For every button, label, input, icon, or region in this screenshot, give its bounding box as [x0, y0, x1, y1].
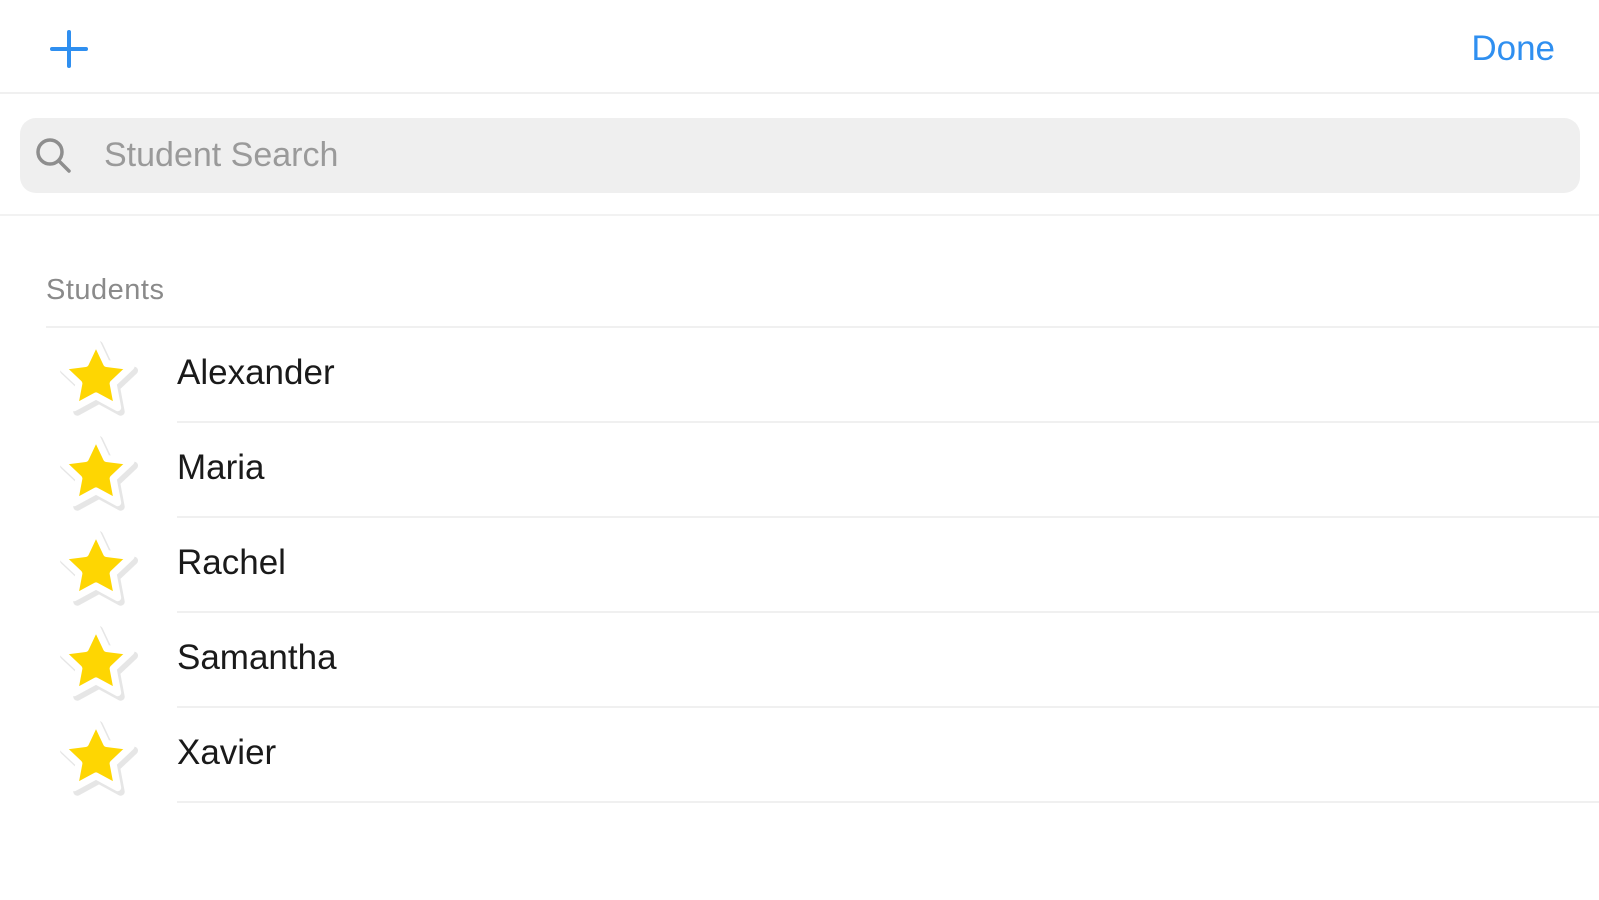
add-student-button[interactable] — [46, 26, 92, 72]
student-row-maria[interactable]: Maria — [0, 423, 1599, 518]
student-picker-screen: Done Students Alexander Maria — [0, 0, 1599, 900]
search-bar-container — [0, 94, 1599, 216]
students-section-header: Students — [46, 274, 165, 306]
divider — [177, 801, 1599, 803]
student-row-rachel[interactable]: Rachel — [0, 518, 1599, 613]
student-name: Samantha — [177, 638, 337, 677]
star-icon — [57, 717, 138, 796]
plus-icon — [50, 30, 88, 68]
search-bar[interactable] — [20, 118, 1580, 193]
student-row-alexander[interactable]: Alexander — [0, 328, 1599, 423]
star-icon — [57, 432, 138, 511]
star-icon — [57, 527, 138, 606]
student-name: Alexander — [177, 353, 335, 392]
student-list: Alexander Maria Rachel Samantha Xavier — [0, 328, 1599, 803]
student-row-samantha[interactable]: Samantha — [0, 613, 1599, 708]
search-icon — [36, 138, 71, 173]
search-input[interactable] — [84, 118, 1564, 193]
student-name: Maria — [177, 448, 265, 487]
star-icon — [57, 622, 138, 701]
student-name: Xavier — [177, 733, 277, 772]
done-button[interactable]: Done — [1471, 28, 1555, 70]
star-icon — [57, 337, 138, 416]
navigation-bar: Done — [0, 0, 1599, 94]
student-row-xavier[interactable]: Xavier — [0, 708, 1599, 803]
student-name: Rachel — [177, 543, 286, 582]
